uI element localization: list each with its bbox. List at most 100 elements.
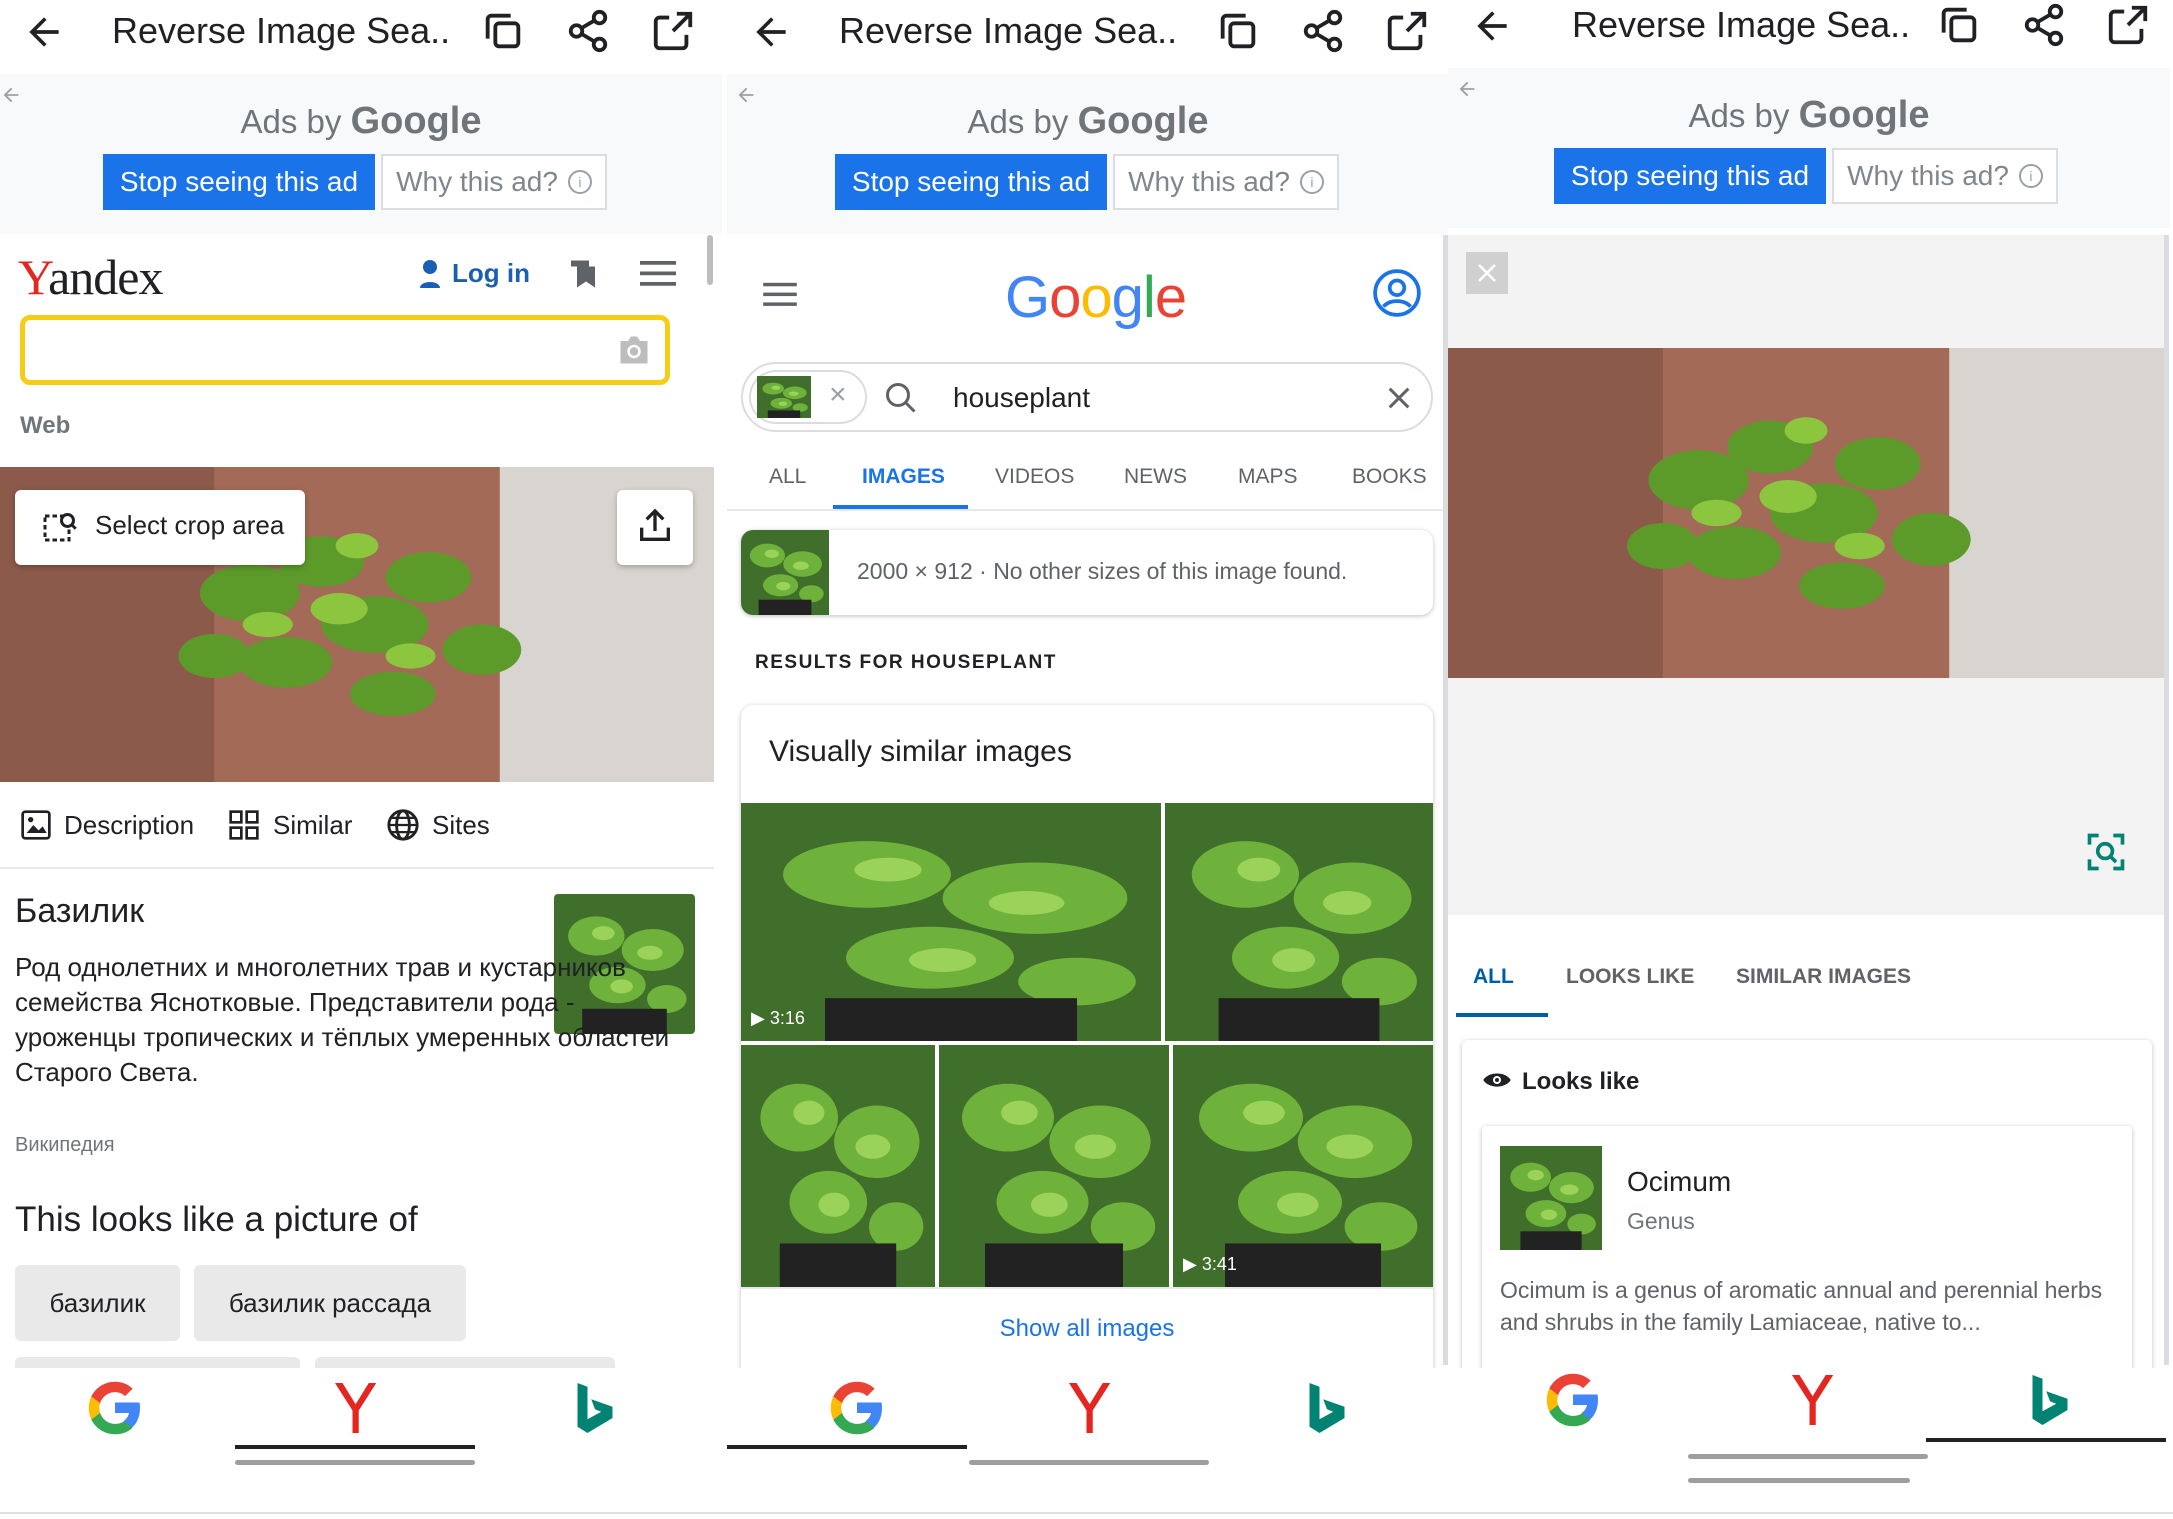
ads-brand: Google: [1798, 94, 1930, 136]
yandex-logo-rest: andex: [48, 249, 163, 305]
stop-seeing-ad-button[interactable]: Stop seeing this ad: [103, 154, 375, 210]
why-this-ad-button[interactable]: Why this ad? i: [381, 154, 607, 210]
search-icon: [886, 383, 916, 413]
tab-news[interactable]: NEWS: [1124, 465, 1187, 489]
google-g-icon[interactable]: [827, 1378, 887, 1438]
visual-search-icon[interactable]: [2084, 830, 2128, 874]
tab-books[interactable]: BOOKS: [1352, 465, 1427, 489]
back-arrow-icon[interactable]: [749, 10, 793, 54]
query-thumb: [757, 376, 811, 418]
active-tab-indicator: [1456, 1013, 1548, 1017]
scroll-handle: [1688, 1478, 1910, 1483]
tab-all[interactable]: ALL: [769, 465, 806, 489]
image-query-chip[interactable]: ×: [749, 370, 867, 424]
tab-description[interactable]: Description: [64, 810, 194, 841]
stop-seeing-ad-button[interactable]: Stop seeing this ad: [835, 154, 1107, 210]
video-duration: ▶ 3:41: [1183, 1254, 1237, 1274]
ad-banner: Ads by Google Stop seeing this ad Why th…: [0, 74, 722, 234]
active-tab-indicator: [235, 1445, 475, 1449]
bing-icon[interactable]: [1297, 1378, 1357, 1438]
stop-seeing-ad-button[interactable]: Stop seeing this ad: [1554, 148, 1826, 204]
web-tab[interactable]: Web: [20, 412, 70, 440]
tab-maps[interactable]: MAPS: [1238, 465, 1298, 489]
open-external-icon[interactable]: [2105, 2, 2151, 48]
tab-looks-like[interactable]: LOOKS LIKE: [1566, 965, 1694, 989]
menu-icon[interactable]: [763, 280, 797, 308]
clear-icon[interactable]: [1383, 382, 1415, 414]
similar-image[interactable]: ▶ 3:16: [741, 803, 1161, 1041]
similar-image[interactable]: [741, 1045, 935, 1287]
ads-by-google: Ads by Google: [0, 100, 722, 143]
collections-icon[interactable]: [565, 256, 601, 292]
entity-type: Genus: [1627, 1208, 1695, 1234]
tab-similar-images[interactable]: SIMILAR IMAGES: [1736, 965, 1911, 989]
basil-image: [1165, 803, 1433, 1041]
similar-icon: [229, 810, 259, 840]
ad-banner: Ads by Google Stop seeing this ad Why th…: [1448, 68, 2170, 228]
search-input[interactable]: houseplant: [953, 382, 1090, 414]
copy-icon[interactable]: [1936, 2, 1982, 48]
google-g-icon[interactable]: [85, 1378, 145, 1438]
image-size-card[interactable]: 2000 × 912 · No other sizes of this imag…: [741, 530, 1433, 615]
yandex-search-input[interactable]: [20, 315, 670, 385]
scrollbar[interactable]: [2164, 235, 2169, 1365]
open-external-icon[interactable]: [1384, 8, 1430, 54]
result-source[interactable]: Википедия: [15, 1134, 115, 1157]
back-arrow-icon[interactable]: [1470, 4, 1514, 48]
google-g-icon[interactable]: [1543, 1370, 1603, 1430]
share-icon[interactable]: [1300, 8, 1346, 54]
scrollbar[interactable]: [707, 235, 713, 285]
login-link[interactable]: Log in: [452, 258, 530, 289]
tab-all[interactable]: ALL: [1473, 965, 1514, 989]
globe-icon: [387, 809, 419, 841]
why-this-ad-label: Why this ad?: [1847, 160, 2009, 191]
bing-icon[interactable]: [565, 1378, 625, 1438]
yandex-y-icon[interactable]: [1059, 1378, 1119, 1438]
ads-by-label: Ads by: [240, 103, 342, 140]
why-this-ad-label: Why this ad?: [1128, 166, 1290, 197]
yandex-y-icon[interactable]: [1782, 1370, 1842, 1430]
duration-text: 3:41: [1201, 1254, 1237, 1274]
tab-videos[interactable]: VIDEOS: [995, 465, 1074, 489]
bing-icon[interactable]: [2020, 1370, 2080, 1430]
close-preview-button[interactable]: [1466, 252, 1508, 294]
eye-icon: [1483, 1073, 1511, 1087]
why-this-ad-button[interactable]: Why this ad? i: [1832, 148, 2058, 204]
menu-icon[interactable]: [640, 258, 676, 288]
share-icon[interactable]: [2021, 2, 2067, 48]
yandex-tabs: Description Similar Sites: [0, 782, 714, 869]
ads-by-label: Ads by: [967, 103, 1069, 140]
remove-image-icon[interactable]: ×: [829, 378, 847, 412]
show-all-images-link[interactable]: Show all images: [741, 1315, 1433, 1343]
description-icon: [21, 810, 51, 840]
card-divider: [741, 1287, 1433, 1289]
similar-image[interactable]: [1165, 803, 1433, 1041]
toolbar-title: Reverse Image Sea...: [1572, 4, 1912, 45]
entity-card[interactable]: Ocimum Genus Ocimum is a genus of aromat…: [1482, 1126, 2132, 1376]
similar-image[interactable]: ▶ 3:41: [1173, 1045, 1433, 1287]
similar-images-card: Visually similar images ▶ 3:16 ▶ 3:41 Sh…: [741, 705, 1433, 1425]
tab-similar[interactable]: Similar: [273, 810, 352, 841]
yandex-logo: Yandex: [18, 248, 164, 306]
back-arrow-icon[interactable]: [22, 10, 66, 54]
yandex-panel: Reverse Image Sea... Ads by Google Stop …: [0, 0, 722, 1512]
share-upload-button[interactable]: [617, 490, 693, 565]
camera-icon[interactable]: [615, 335, 653, 365]
share-icon[interactable]: [565, 8, 611, 54]
tab-images[interactable]: IMAGES: [862, 465, 945, 489]
entity-thumbnail: [1500, 1146, 1602, 1250]
open-external-icon[interactable]: [650, 8, 696, 54]
google-panel: Reverse Image Sea... Ads by Google Stop …: [727, 0, 1449, 1512]
tag-basil[interactable]: базилик: [15, 1265, 180, 1341]
similar-image[interactable]: [939, 1045, 1169, 1287]
tab-sites[interactable]: Sites: [432, 810, 490, 841]
account-icon[interactable]: [1372, 268, 1422, 318]
why-this-ad-button[interactable]: Why this ad? i: [1113, 154, 1339, 210]
yandex-y-icon[interactable]: [325, 1378, 385, 1438]
crop-label: Select crop area: [95, 510, 285, 540]
copy-icon[interactable]: [480, 8, 526, 54]
select-crop-area-button[interactable]: Select crop area: [15, 490, 305, 565]
size-info: 2000 × 912 · No other sizes of this imag…: [857, 558, 1348, 584]
tag-basil-seedlings[interactable]: базилик рассада: [194, 1265, 466, 1341]
copy-icon[interactable]: [1215, 8, 1261, 54]
